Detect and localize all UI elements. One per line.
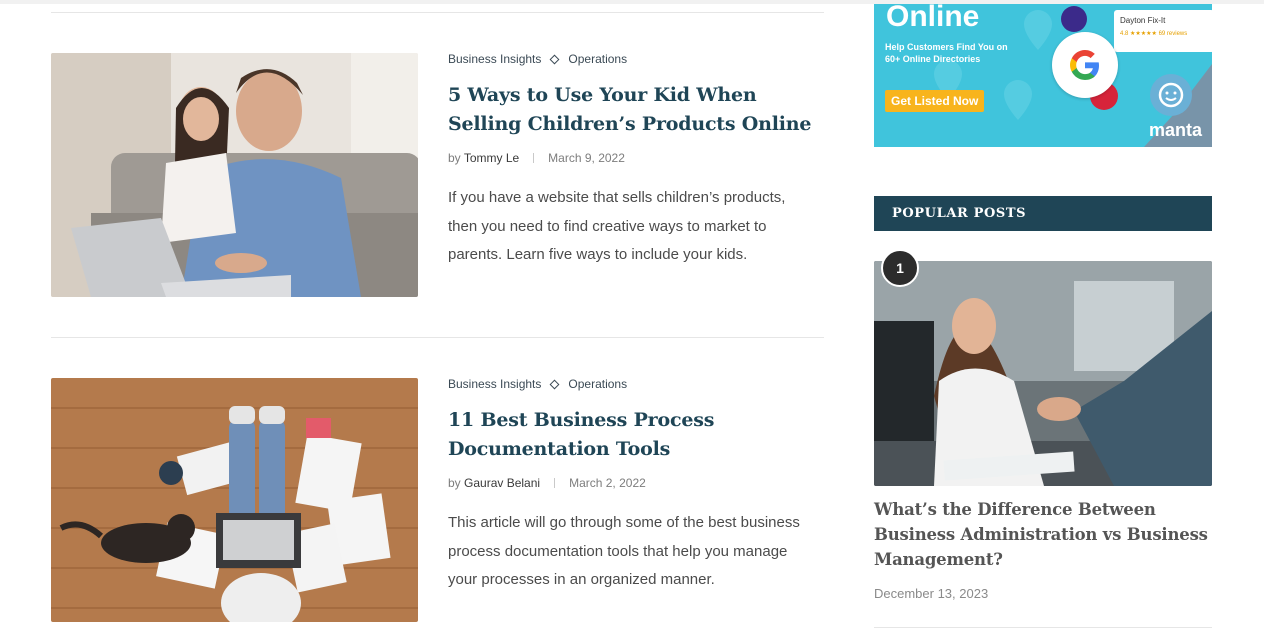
listing-name: Dayton Fix-It	[1120, 16, 1166, 25]
ad-brand-logo: manta	[1148, 120, 1202, 140]
category-link[interactable]: Business Insights	[448, 377, 541, 391]
article-excerpt: If you have a website that sells childre…	[448, 189, 786, 263]
meta-separator	[554, 478, 556, 488]
by-label: by	[448, 151, 461, 165]
byline: by Gaurav Belani	[448, 476, 540, 490]
manta-ad-banner[interactable]: Dayton Fix-It 4.8 ★★★★★ 69 reviews Onlin…	[874, 4, 1212, 147]
popular-post-thumbnail[interactable]	[874, 261, 1212, 486]
ad-subtext: Help Customers Find You on 60+ Online Di…	[885, 42, 1008, 64]
handshake-office-image	[874, 261, 1212, 486]
desk-floor-laptop-image	[51, 378, 418, 622]
author-link[interactable]: Tommy Le	[464, 151, 519, 165]
article-meta: by Gaurav Belani March 2, 2022	[448, 476, 646, 490]
diamond-separator-icon	[549, 379, 560, 389]
article-thumbnail[interactable]	[51, 53, 418, 297]
divider	[874, 627, 1212, 628]
article-categories: Business Insights Operations	[448, 52, 627, 66]
article-date: March 9, 2022	[548, 151, 625, 165]
waze-icon	[1150, 74, 1192, 116]
article-title-link[interactable]: 5 Ways to Use Your Kid When Selling Chil…	[448, 81, 818, 139]
ad-headline: Online	[886, 4, 980, 33]
popular-rank-badge: 1	[881, 249, 919, 287]
category-link[interactable]: Operations	[568, 377, 627, 391]
category-link[interactable]: Business Insights	[448, 52, 541, 66]
divider	[51, 12, 824, 13]
diamond-separator-icon	[549, 54, 560, 64]
listing-rating: 4.8 ★★★★★ 69 reviews	[1120, 31, 1188, 37]
article-excerpt: This article will go through some of the…	[448, 514, 800, 588]
google-logo-icon	[1052, 32, 1118, 98]
article-date: March 2, 2022	[569, 476, 646, 490]
meta-separator	[533, 153, 535, 163]
article-categories: Business Insights Operations	[448, 377, 627, 391]
popular-post-date: December 13, 2023	[874, 586, 989, 601]
divider	[51, 337, 824, 338]
father-daughter-laptop-image	[51, 53, 418, 297]
popular-posts-heading: POPULAR POSTS	[874, 196, 1212, 231]
get-listed-button[interactable]: Get Listed Now	[885, 90, 985, 112]
article-thumbnail[interactable]	[51, 378, 418, 622]
byline: by Tommy Le	[448, 151, 519, 165]
popular-post-title-link[interactable]: What’s the Difference Between Business A…	[874, 497, 1219, 572]
author-link[interactable]: Gaurav Belani	[464, 476, 540, 490]
article-title-link[interactable]: 11 Best Business Process Documentation T…	[448, 406, 828, 464]
listing-card: Dayton Fix-It 4.8 ★★★★★ 69 reviews	[1114, 10, 1212, 52]
category-link[interactable]: Operations	[568, 52, 627, 66]
article-meta: by Tommy Le March 9, 2022	[448, 151, 625, 165]
by-label: by	[448, 476, 461, 490]
